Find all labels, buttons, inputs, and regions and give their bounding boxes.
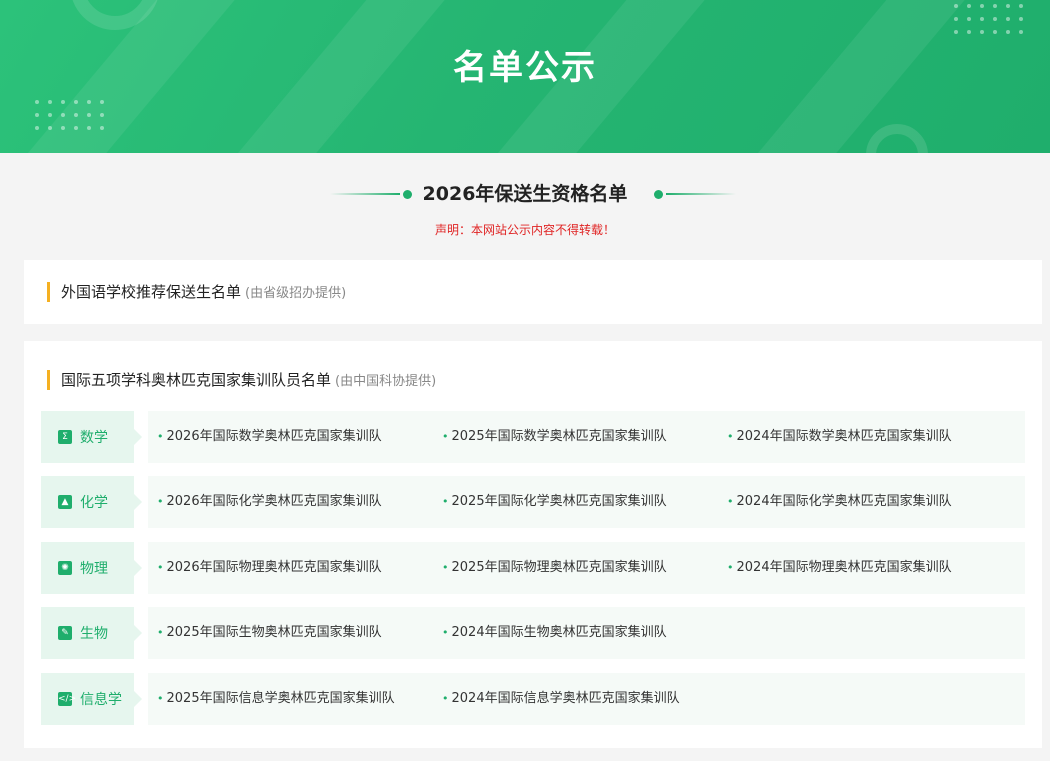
list-link[interactable]: 2024年国际生物奥林匹克国家集训队 <box>442 607 667 659</box>
header-banner: 名单公示 <box>0 0 1050 153</box>
list-link[interactable]: 2024年国际化学奥林匹克国家集训队 <box>727 476 952 528</box>
subject-tag: ▲ 化学 <box>41 476 142 528</box>
leaf-icon: ✎ <box>58 626 72 640</box>
card-title-text: 外国语学校推荐保送生名单 <box>61 283 242 301</box>
card-title-note: (由中国科协提供) <box>335 374 437 389</box>
list-link[interactable]: 2024年国际信息学奥林匹克国家集训队 <box>442 673 680 725</box>
page-title: 名单公示 <box>453 48 597 88</box>
subject-links: 2026年国际化学奥林匹克国家集训队 2025年国际化学奥林匹克国家集训队 20… <box>148 476 1025 528</box>
code-icon: </> <box>58 692 77 706</box>
heading-decor-right <box>654 190 736 199</box>
subject-links: 2026年国际物理奥林匹克国家集训队 2025年国际物理奥林匹克国家集训队 20… <box>148 542 1025 594</box>
subject-links: 2026年国际数学奥林匹克国家集训队 2025年国际数学奥林匹克国家集训队 20… <box>148 411 1025 463</box>
subject-links: 2025年国际信息学奥林匹克国家集训队 2024年国际信息学奥林匹克国家集训队 <box>148 673 1025 725</box>
copyright-notice: 声明：本网站公示内容不得转载！ <box>434 223 615 237</box>
list-link[interactable]: 2025年国际化学奥林匹克国家集训队 <box>442 476 667 528</box>
atom-icon: ✺ <box>58 561 72 575</box>
subject-name: 数学 <box>80 430 108 446</box>
banner-dots <box>35 100 104 130</box>
list-link[interactable]: 2025年国际物理奥林匹克国家集训队 <box>442 542 667 594</box>
card-title[interactable]: 外国语学校推荐保送生名单 (由省级招办提供) <box>47 282 346 302</box>
subject-name: 信息学 <box>80 692 122 708</box>
list-link[interactable]: 2025年国际生物奥林匹克国家集训队 <box>157 607 382 659</box>
card-title-note: (由省级招办提供) <box>245 286 347 301</box>
list-link[interactable]: 2026年国际化学奥林匹克国家集训队 <box>157 476 382 528</box>
foreign-language-card: 外国语学校推荐保送生名单 (由省级招办提供) <box>24 260 1042 324</box>
subject-links: 2025年国际生物奥林匹克国家集训队 2024年国际生物奥林匹克国家集训队 <box>148 607 1025 659</box>
olympiad-card: 国际五项学科奥林匹克国家集训队员名单(由中国科协提供) Σ 数学 2026年国际… <box>24 341 1042 748</box>
banner-ring <box>866 124 928 153</box>
list-link[interactable]: 2024年国际数学奥林匹克国家集训队 <box>727 411 952 463</box>
list-link[interactable]: 2024年国际物理奥林匹克国家集训队 <box>727 542 952 594</box>
sigma-icon: Σ <box>58 430 72 444</box>
subject-name: 生物 <box>80 626 108 642</box>
subject-row-informatics: </> 信息学 2025年国际信息学奥林匹克国家集训队 2024年国际信息学奥林… <box>41 673 1025 725</box>
list-link[interactable]: 2026年国际物理奥林匹克国家集训队 <box>157 542 382 594</box>
subject-row-biology: ✎ 生物 2025年国际生物奥林匹克国家集训队 2024年国际生物奥林匹克国家集… <box>41 607 1025 659</box>
subject-tag: Σ 数学 <box>41 411 142 463</box>
subject-tag: ✎ 生物 <box>41 607 142 659</box>
subject-row-math: Σ 数学 2026年国际数学奥林匹克国家集训队 2025年国际数学奥林匹克国家集… <box>41 411 1025 463</box>
banner-dots <box>954 4 1023 34</box>
subject-tag: ✺ 物理 <box>41 542 142 594</box>
subject-name: 化学 <box>80 495 108 511</box>
subject-row-physics: ✺ 物理 2026年国际物理奥林匹克国家集训队 2025年国际物理奥林匹克国家集… <box>41 542 1025 594</box>
list-link[interactable]: 2025年国际数学奥林匹克国家集训队 <box>442 411 667 463</box>
section-title: 2026年保送生资格名单 <box>422 183 628 205</box>
flask-icon: ▲ <box>58 495 72 509</box>
card-title: 国际五项学科奥林匹克国家集训队员名单 (由中国科协提供) <box>47 370 436 390</box>
card-title-text: 国际五项学科奥林匹克国家集训队员名单 <box>61 371 332 389</box>
subject-row-chemistry: ▲ 化学 2026年国际化学奥林匹克国家集训队 2025年国际化学奥林匹克国家集… <box>41 476 1025 528</box>
section-heading: 2026年保送生资格名单 <box>0 180 1050 208</box>
subject-name: 物理 <box>80 561 108 577</box>
subject-tag: </> 信息学 <box>41 673 142 725</box>
list-link[interactable]: 2025年国际信息学奥林匹克国家集训队 <box>157 673 395 725</box>
list-link[interactable]: 2026年国际数学奥林匹克国家集训队 <box>157 411 382 463</box>
